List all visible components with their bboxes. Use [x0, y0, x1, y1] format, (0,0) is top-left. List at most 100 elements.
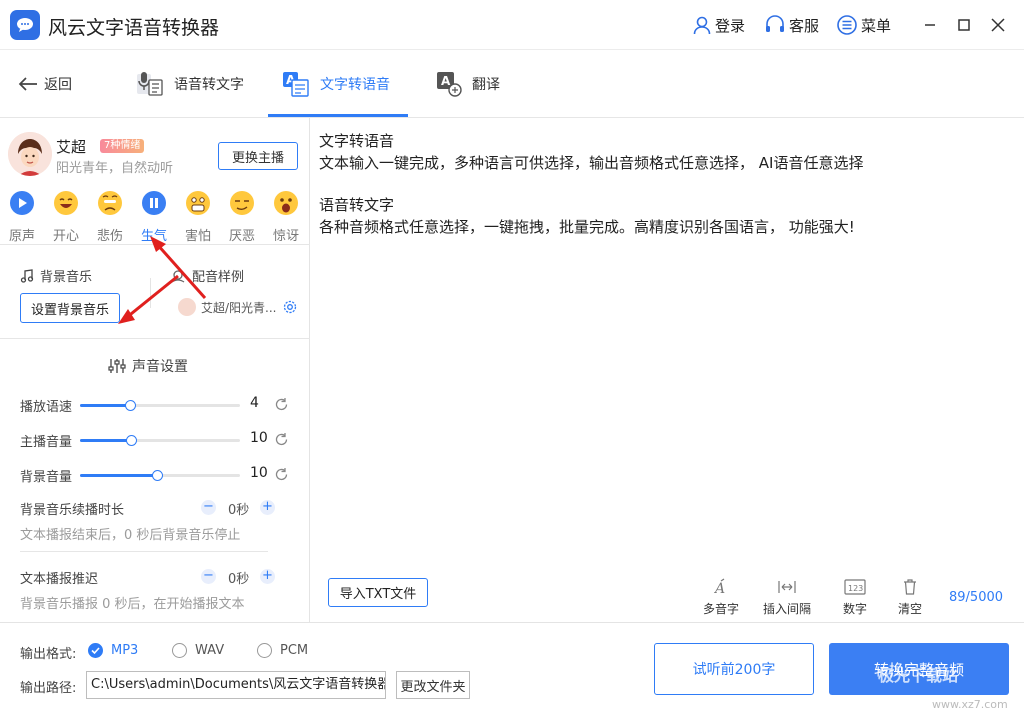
delay-label: 文本播报推迟 — [20, 572, 99, 587]
polyphone-button[interactable]: A 多音字 — [691, 578, 751, 617]
emotion-label: 生气 — [140, 229, 167, 244]
user-icon — [693, 16, 711, 35]
bgm-duration-note: 文本播报结束后，0 秒后背景音乐停止 — [20, 528, 241, 543]
format-wav-radio[interactable]: WAV — [172, 643, 224, 658]
output-path-field[interactable]: C:\Users\admin\Documents\风云文字语音转换器 — [86, 671, 386, 699]
anchor-volume-label: 主播音量 — [20, 435, 73, 450]
delay-increase-button[interactable]: + — [260, 569, 275, 584]
number-button[interactable]: 123 数字 — [825, 578, 885, 617]
delay-value: 0秒 — [228, 572, 250, 587]
anchor-volume-slider[interactable] — [80, 435, 240, 446]
text-editor[interactable]: 文字转语音 文本输入一键完成，多种语言可供选择，输出音频格式任意选择， AI语音… — [311, 118, 1024, 622]
close-button[interactable] — [986, 13, 1010, 37]
tab-translate-label: 翻译 — [472, 77, 500, 93]
format-pcm-radio[interactable]: PCM — [257, 643, 308, 658]
editor-content[interactable]: 文字转语音 文本输入一键完成，多种语言可供选择，输出音频格式任意选择， AI语音… — [319, 130, 1009, 238]
happy-face-icon — [54, 191, 78, 215]
emotion-surprised[interactable]: 惊讶 — [266, 190, 306, 244]
title-bar: 风云文字语音转换器 登录 客服 菜单 — [0, 0, 1024, 50]
import-txt-button[interactable]: 导入TXT文件 — [328, 578, 428, 607]
app-logo-icon — [10, 10, 40, 40]
insert-interval-button[interactable]: 插入间隔 — [757, 578, 817, 617]
emotion-label: 原声 — [8, 229, 35, 244]
svg-text:A: A — [713, 581, 725, 596]
polyphone-icon: A — [713, 578, 725, 596]
change-folder-button[interactable]: 更改文件夹 — [396, 671, 470, 699]
equalizer-icon — [108, 359, 126, 373]
close-icon — [991, 18, 1005, 32]
tab-translate[interactable]: A 翻译 — [436, 68, 500, 100]
delay-decrease-button[interactable]: − — [201, 569, 216, 584]
anchor-volume-slider-thumb[interactable] — [126, 435, 137, 446]
set-bgm-button[interactable]: 设置背景音乐 — [20, 293, 120, 323]
speed-slider[interactable] — [80, 400, 240, 411]
bgm-duration-decrease-button[interactable]: − — [201, 500, 216, 515]
service-label: 客服 — [789, 16, 820, 35]
bgm-duration-label: 背景音乐续播时长 — [20, 503, 125, 518]
login-button[interactable]: 登录 — [692, 14, 745, 36]
speed-value: 4 — [250, 395, 259, 411]
interval-icon — [778, 581, 796, 593]
emotion-angry[interactable]: 生气 — [134, 190, 174, 244]
bgm-volume-label: 背景音量 — [20, 470, 73, 485]
number-label: 数字 — [842, 602, 867, 616]
divider — [150, 278, 151, 308]
menu-button[interactable]: 菜单 — [836, 14, 891, 36]
sample-section-label: 配音样例 — [170, 266, 244, 285]
bgm-section-label: 背景音乐 — [20, 266, 92, 285]
output-path-label: 输出路径: — [20, 681, 77, 696]
translate-icon: A — [437, 72, 462, 97]
surprised-face-icon — [274, 191, 298, 215]
anchor-name: 艾超 — [56, 138, 87, 156]
format-pcm-label: PCM — [280, 643, 309, 658]
maximize-icon — [958, 19, 970, 31]
menu-label: 菜单 — [861, 16, 892, 35]
clear-button[interactable]: 清空 — [880, 578, 940, 617]
editor-line: 文字转语音 — [319, 132, 395, 150]
reset-icon[interactable] — [274, 397, 289, 412]
reset-icon[interactable] — [274, 432, 289, 447]
format-mp3-label: MP3 — [111, 643, 139, 658]
output-format-label: 输出格式: — [20, 647, 77, 662]
speed-slider-row: 播放语速 4 — [20, 394, 300, 416]
arrow-left-icon — [18, 77, 37, 91]
emotion-sad[interactable]: 悲伤 — [90, 190, 130, 244]
output-path-value: C:\Users\admin\Documents\风云文字语音转换器 — [91, 677, 386, 692]
gear-icon[interactable] — [283, 300, 297, 314]
bgm-volume-slider[interactable] — [80, 470, 240, 481]
headset-icon — [766, 15, 784, 32]
speech-to-text-icon — [137, 72, 163, 96]
switch-anchor-button[interactable]: 更换主播 — [218, 142, 298, 170]
login-label: 登录 — [715, 16, 746, 35]
disgust-face-icon — [230, 191, 254, 215]
insert-interval-label: 插入间隔 — [762, 602, 811, 616]
speed-label: 播放语速 — [20, 400, 73, 415]
back-button[interactable]: 返回 — [18, 74, 72, 94]
tab-bar: 返回 语音转文字 A 文字转语音 A 翻译 — [0, 50, 1024, 118]
bgm-duration-increase-button[interactable]: + — [260, 500, 275, 515]
divider — [0, 244, 310, 245]
bgm-volume-slider-row: 背景音量 10 — [20, 464, 300, 486]
tab-text-to-speech[interactable]: A 文字转语音 — [282, 68, 390, 100]
emotion-afraid[interactable]: 害怕 — [178, 190, 218, 244]
service-button[interactable]: 客服 — [764, 14, 819, 36]
preview-button[interactable]: 试听前200字 — [654, 643, 814, 695]
tab-speech-to-text[interactable]: 语音转文字 — [136, 68, 244, 100]
emotion-original[interactable]: 原声 — [2, 190, 42, 244]
speed-slider-thumb[interactable] — [125, 400, 136, 411]
bgm-duration-value: 0秒 — [228, 503, 250, 518]
divider — [0, 338, 310, 339]
minimize-button[interactable] — [918, 13, 942, 37]
reset-icon[interactable] — [274, 467, 289, 482]
emotion-happy[interactable]: 开心 — [46, 190, 86, 244]
bgm-volume-slider-thumb[interactable] — [152, 470, 163, 481]
maximize-button[interactable] — [952, 13, 976, 37]
anchor-volume-slider-fill — [80, 439, 131, 442]
anchor-avatar[interactable] — [8, 132, 52, 176]
emotion-disgust[interactable]: 厌恶 — [222, 190, 262, 244]
play-icon — [10, 191, 34, 215]
number-icon: 123 — [844, 579, 866, 595]
sample-voice[interactable]: 艾超/阳光青... — [178, 298, 297, 316]
format-mp3-radio[interactable]: MP3 — [88, 643, 138, 658]
